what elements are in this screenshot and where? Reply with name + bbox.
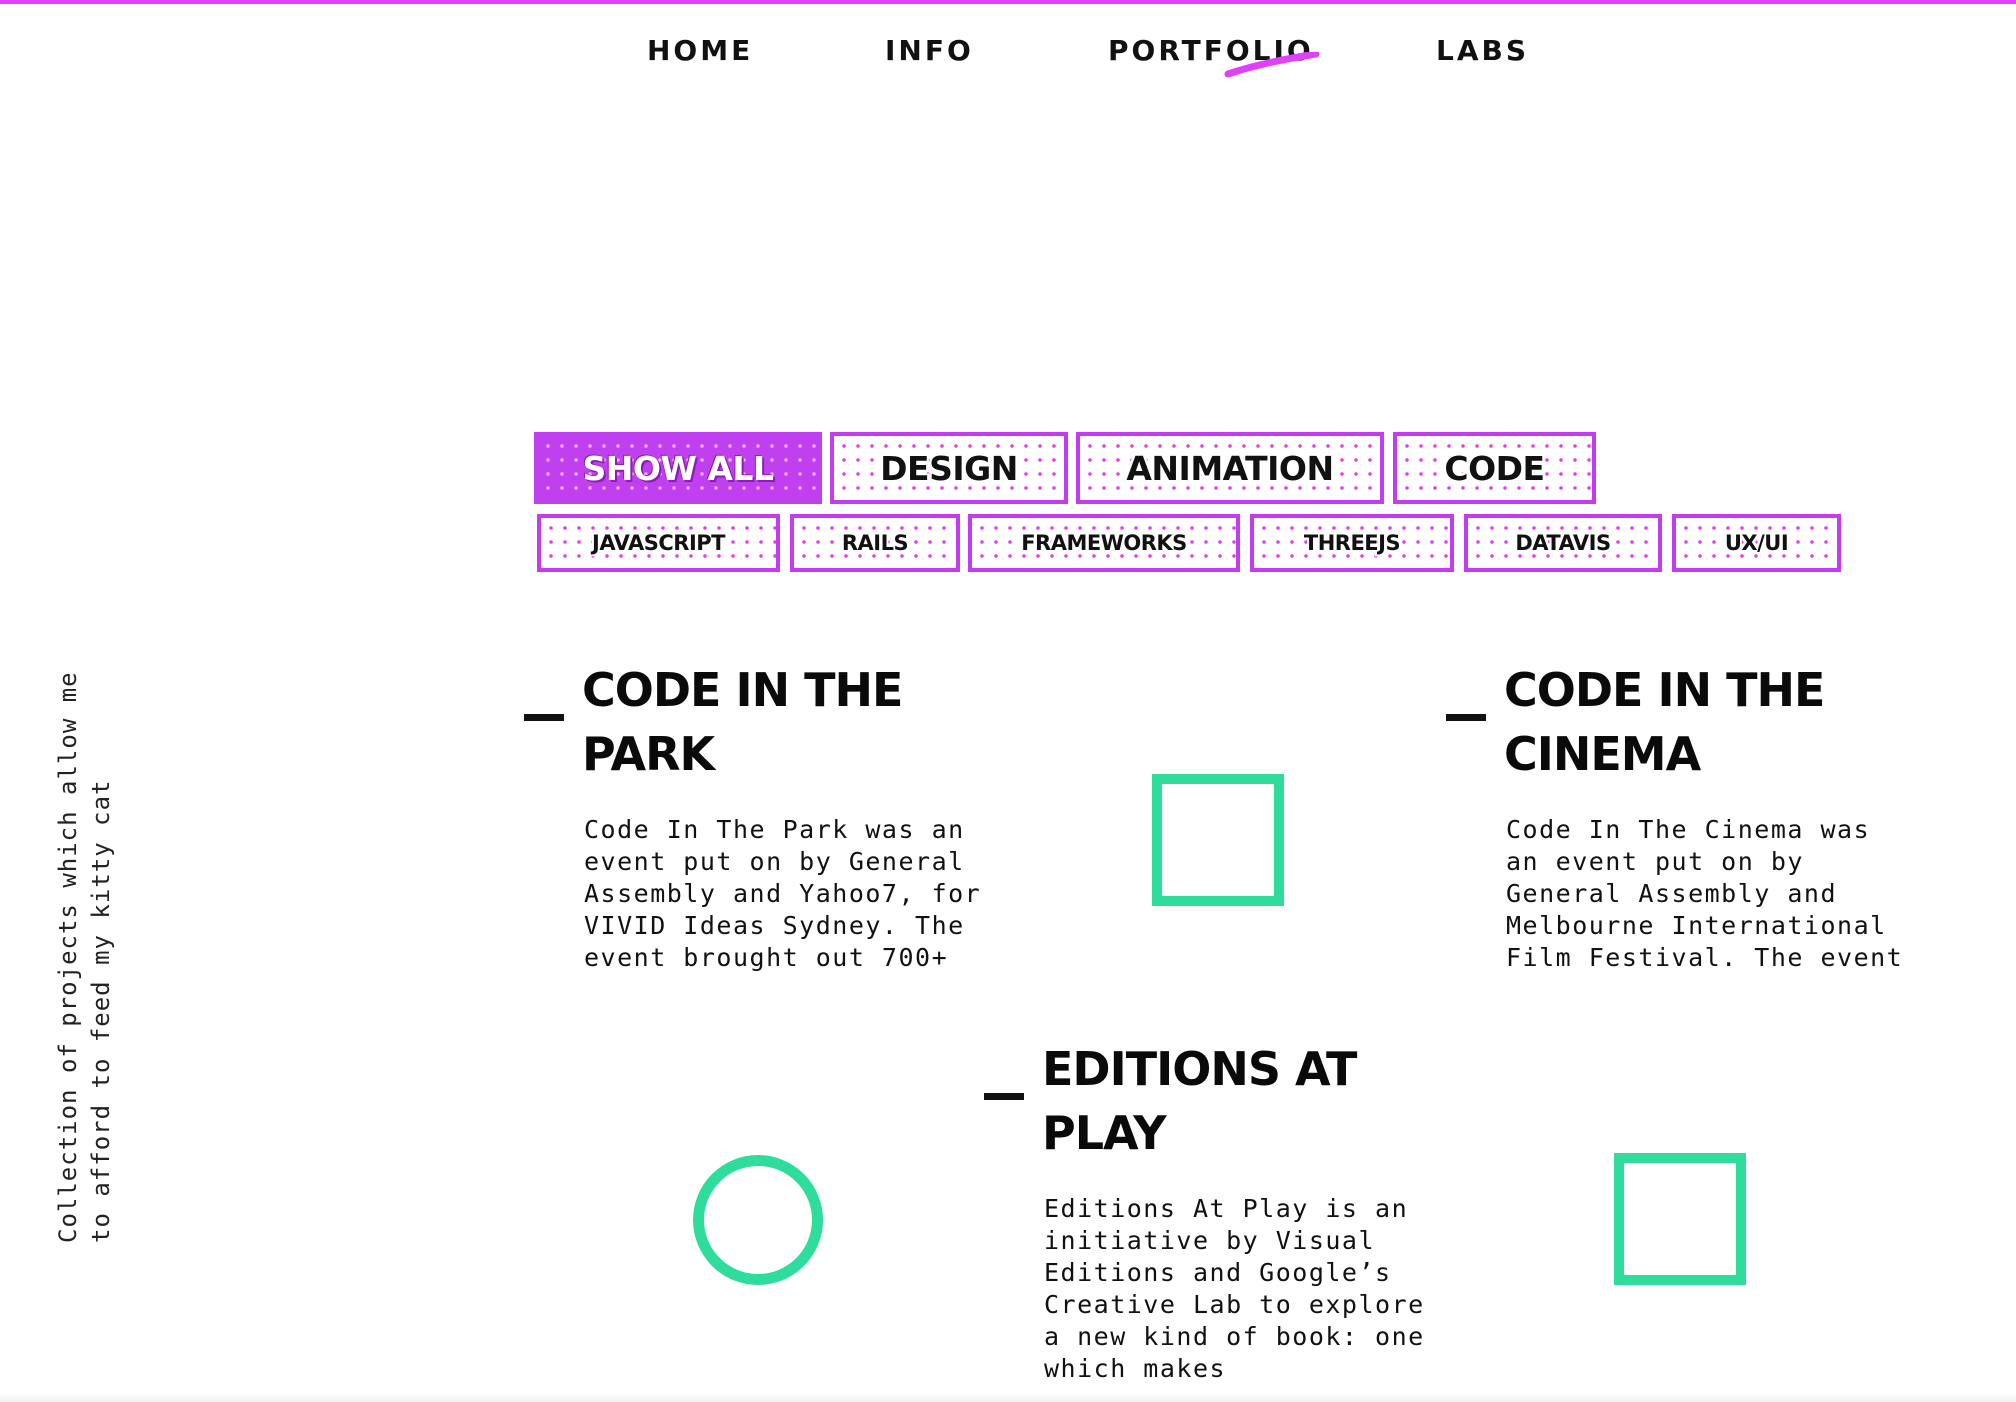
dash-marker <box>984 1093 1024 1100</box>
project-description: Code In The Cinema was an event put on b… <box>1506 815 1904 972</box>
side-tagline: Collection of projects which allow me to… <box>54 671 115 1243</box>
dash-marker <box>524 714 564 721</box>
filter-show-all[interactable]: SHOW ALL <box>534 432 822 504</box>
dash-marker <box>1446 714 1486 721</box>
project-title[interactable]: CODE IN THE PARK <box>582 658 982 786</box>
filter-datavis[interactable]: DATAVIS <box>1464 514 1662 572</box>
filter-design[interactable]: DESIGN <box>830 432 1068 504</box>
nav-home[interactable]: HOME <box>647 34 753 67</box>
filter-code[interactable]: CODE <box>1393 432 1596 504</box>
project-title[interactable]: CODE IN THE CINEMA <box>1504 658 1904 786</box>
filter-frameworks[interactable]: FRAMEWORKS <box>968 514 1240 572</box>
bottom-fade <box>0 1392 2016 1402</box>
active-underline-icon <box>1224 52 1320 78</box>
square-outline-icon <box>1152 774 1284 906</box>
filter-javascript[interactable]: JAVASCRIPT <box>537 514 780 572</box>
filter-rails[interactable]: RAILS <box>790 514 960 572</box>
top-accent-bar <box>0 0 2016 4</box>
project-title[interactable]: EDITIONS AT PLAY <box>1042 1037 1442 1165</box>
filter-animation[interactable]: ANIMATION <box>1076 432 1384 504</box>
square-outline-icon <box>1614 1153 1746 1285</box>
project-description: Editions At Play is an initiative by Vis… <box>1044 1194 1425 1383</box>
nav-labs[interactable]: LABS <box>1436 34 1529 67</box>
filter-ux-ui[interactable]: UX/UI <box>1672 514 1841 572</box>
filter-threejs[interactable]: THREEJS <box>1250 514 1454 572</box>
nav-info[interactable]: INFO <box>885 34 974 67</box>
circle-outline-icon <box>693 1155 823 1285</box>
project-description: Code In The Park was an event put on by … <box>584 815 982 972</box>
